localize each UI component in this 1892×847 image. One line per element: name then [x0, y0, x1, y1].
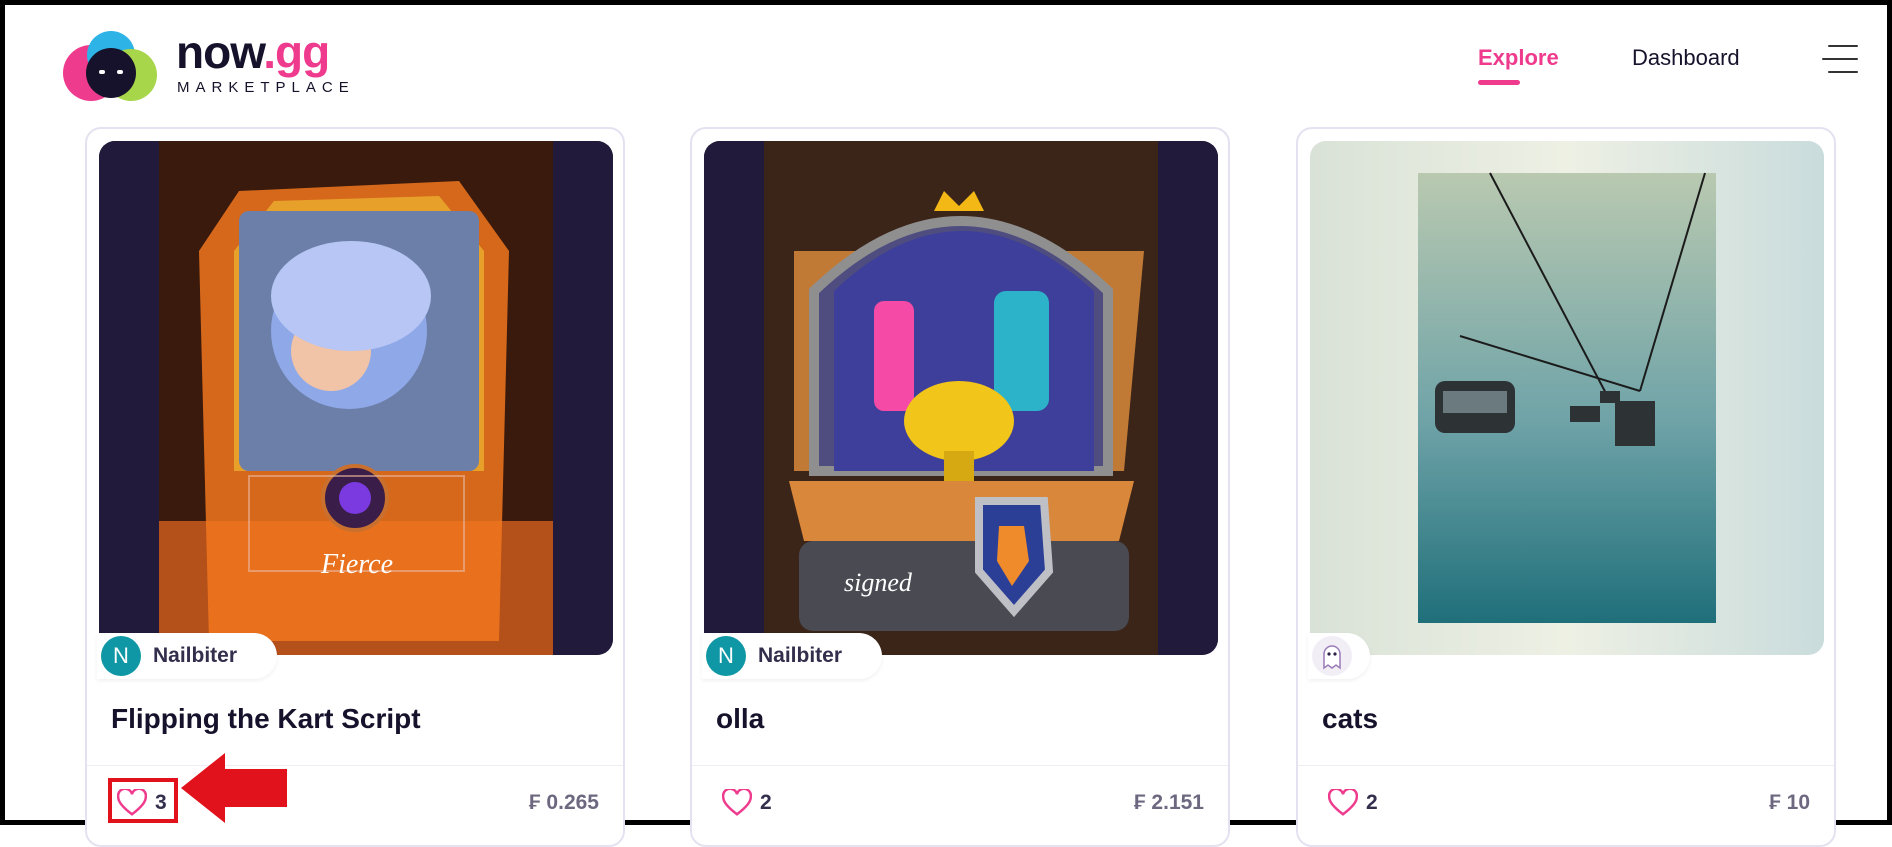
nft-card[interactable]: Fierce N Nailbiter Flipping the Kart Scr…: [85, 127, 625, 847]
creator-name: Nailbiter: [153, 644, 238, 667]
ghost-avatar-icon: [1323, 645, 1341, 670]
like-count: 2: [1366, 791, 1378, 814]
annotation-highlight-box: [108, 778, 178, 823]
creator-name: Nailbiter: [758, 644, 843, 667]
nft-card[interactable]: signed N Nailbiter olla 2 ₣ 2.151: [690, 127, 1230, 847]
avatar: N: [101, 636, 141, 676]
creator-badge[interactable]: [1308, 633, 1370, 679]
avatar: N: [706, 636, 746, 676]
avatar: [1312, 636, 1352, 676]
heart-icon: [1328, 789, 1358, 816]
like-button[interactable]: 2: [722, 789, 772, 817]
logo-wordmark: now.gg: [176, 26, 330, 78]
logo-subtitle: MARKETPLACE: [177, 79, 355, 96]
divider: [692, 765, 1228, 766]
like-button[interactable]: 2: [1328, 789, 1378, 817]
creator-badge[interactable]: N Nailbiter: [97, 633, 278, 679]
nav-dashboard[interactable]: Dashboard: [1632, 45, 1740, 71]
nav-active-indicator: [1478, 80, 1520, 85]
price: ₣ 2.151: [1133, 791, 1204, 814]
now-gg-logo[interactable]: now.gg MARKETPLACE: [59, 27, 359, 107]
divider: [1298, 765, 1834, 766]
nft-image[interactable]: Fierce: [99, 141, 613, 655]
price: ₣ 10: [1769, 791, 1810, 814]
card-inscription: Fierce: [320, 549, 393, 580]
divider: [87, 765, 623, 766]
creator-badge[interactable]: N Nailbiter: [702, 633, 883, 679]
logo-mascot-icon: [63, 31, 157, 101]
card-title[interactable]: Flipping the Kart Script: [111, 703, 421, 735]
nft-card[interactable]: cats 2 ₣ 10: [1296, 127, 1836, 847]
card-title[interactable]: cats: [1322, 703, 1378, 735]
like-count: 2: [760, 791, 772, 814]
nft-image[interactable]: signed: [704, 141, 1218, 655]
nav-explore[interactable]: Explore: [1478, 45, 1559, 85]
annotation-arrow-icon: [181, 753, 287, 823]
hamburger-menu-icon[interactable]: [1822, 41, 1858, 77]
heart-icon: [722, 789, 752, 816]
header: now.gg MARKETPLACE Explore Dashboard: [5, 5, 1887, 120]
card-inscription: signed: [844, 568, 913, 597]
card-title[interactable]: olla: [716, 703, 764, 735]
nft-image[interactable]: [1310, 141, 1824, 655]
price: ₣ 0.265: [528, 791, 599, 814]
